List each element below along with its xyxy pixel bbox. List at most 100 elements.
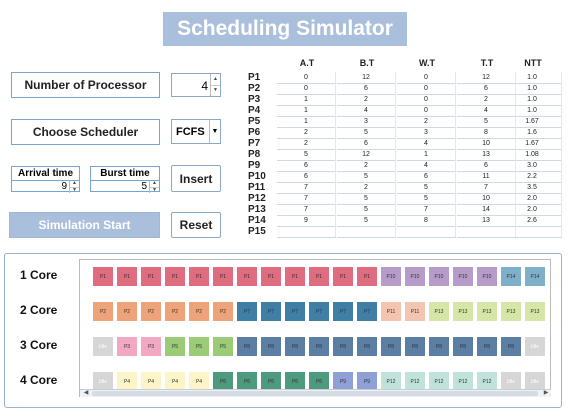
table-row: P2 0 6 0 6 1.0 [246,83,562,95]
gantt-block: P10 [428,266,450,287]
gantt-block: P1 [308,266,330,287]
core-label: 4 Core [20,373,58,387]
gantt-block: P14 [524,266,546,287]
scroll-left-icon[interactable]: ◀ [81,389,91,397]
process-label: P15 [248,226,266,237]
burst-time-stepper[interactable]: 5 ▲ ▼ [91,181,159,193]
process-label: P11 [248,182,266,193]
gantt-block: P1 [260,266,282,287]
simulation-start-button[interactable]: Simulation Start [9,212,160,238]
table-row: P9 6 2 4 6 3.0 [246,160,562,172]
spin-up-icon[interactable]: ▲ [211,74,220,86]
process-label: P6 [248,127,261,138]
process-label: P1 [248,72,261,83]
gantt-block: P8 [476,336,498,357]
gantt-block: P8 [260,336,282,357]
gantt-block: P8 [236,336,258,357]
num-processor-label: Number of Processor [11,72,160,98]
gantt-block: P8 [332,336,354,357]
reset-button[interactable]: Reset [171,212,221,238]
scroll-right-icon[interactable]: ▶ [541,389,551,397]
gantt-block: P2 [92,301,114,322]
gantt-block: P13 [476,301,498,322]
gantt-block: P10 [476,266,498,287]
gantt-block: P1 [284,266,306,287]
table-row: P10 6 5 6 11 2.2 [246,171,562,183]
app-title: Scheduling Simulator [163,12,407,46]
gantt-block: P2 [188,301,210,322]
gantt-block: P11 [404,301,426,322]
spin-down-icon[interactable]: ▼ [150,187,159,194]
gantt-chart[interactable]: P1 P1 P1 P1 P1 P1 P1 P1 P1 P1 P1 P1 P10 P10 P10 P10 P10 P… [79,259,551,397]
gantt-block: P8 [356,336,378,357]
process-label: P7 [248,138,261,149]
burst-time-group: Burst time 5 ▲ ▼ [90,166,160,193]
gantt-block: P5 [188,336,210,357]
arrival-time-group: Arrival time 9 ▲ ▼ [11,166,80,193]
process-label: P2 [248,83,261,94]
table-row: P5 1 3 2 5 1.67 [246,116,562,128]
gantt-block: P5 [164,336,186,357]
gantt-block: P1 [92,266,114,287]
gantt-block: P8 [452,336,474,357]
table-row: P7 2 6 4 10 1.67 [246,138,562,150]
gantt-block: P8 [500,336,522,357]
gantt-block: P14 [500,266,522,287]
scrollbar-thumb[interactable] [92,391,538,396]
gantt-block: P8 [284,336,306,357]
process-label: P14 [248,215,266,226]
core-label: 3 Core [20,338,58,352]
gantt-block: Idle [92,336,114,357]
column-header: NTT [524,58,542,68]
gantt-block: P7 [308,301,330,322]
process-label: P8 [248,149,261,160]
gantt-block: P1 [188,266,210,287]
gantt-block: P7 [236,301,258,322]
gantt-block: P2 [212,301,234,322]
choose-scheduler-label: Choose Scheduler [11,119,160,145]
table-row: P13 7 5 7 14 2.0 [246,204,562,216]
gantt-block: P3 [116,336,138,357]
core-label: 2 Core [20,303,58,317]
arrival-time-stepper[interactable]: 9 ▲ ▼ [12,181,79,193]
table-row: P4 1 4 0 4 1.0 [246,105,562,117]
spin-down-icon[interactable]: ▼ [70,187,79,194]
gantt-block: P1 [212,266,234,287]
scheduler-value: FCFS [176,126,205,138]
table-row: P12 7 5 5 10 2.0 [246,193,562,205]
gantt-block: P1 [332,266,354,287]
core-labels: 1 Core 2 Core 3 Core 4 Core [20,262,75,402]
gantt-block: P7 [260,301,282,322]
gantt-block: P7 [356,301,378,322]
num-processor-spin[interactable]: ▲ ▼ [210,74,220,96]
arrival-spin[interactable]: ▲ ▼ [69,181,79,193]
gantt-block: P2 [164,301,186,322]
process-label: P3 [248,94,261,105]
table-row: P8 5 12 1 13 1.08 [246,149,562,161]
chevron-down-icon[interactable]: ▼ [209,120,220,143]
gantt-block: P7 [284,301,306,322]
gantt-block: P2 [116,301,138,322]
column-header: B.T [359,58,375,68]
insert-button[interactable]: Insert [171,165,221,192]
gantt-block: P13 [428,301,450,322]
gantt-block: P8 [380,336,402,357]
column-header: A.T [299,58,315,68]
process-label: P9 [248,160,261,171]
gantt-block: P13 [452,301,474,322]
table-row: P15 [246,226,562,238]
num-processor-stepper[interactable]: 4 ▲ ▼ [171,73,221,97]
table-header: A.T B.T W.T T.T NTT [246,58,558,72]
process-label: P4 [248,105,261,116]
table-row: P11 7 2 5 7 3.5 [246,182,562,194]
burst-time-value: 5 [141,181,147,192]
num-processor-value: 4 [201,79,208,93]
spin-down-icon[interactable]: ▼ [211,86,220,97]
column-header: T.T [480,58,494,68]
scheduler-select[interactable]: FCFS ▼ [171,119,221,144]
gantt-block: P11 [380,301,402,322]
burst-spin[interactable]: ▲ ▼ [149,181,159,193]
gantt-block: Idle [524,336,546,357]
column-header: W.T [419,58,435,68]
gantt-block: P7 [332,301,354,322]
